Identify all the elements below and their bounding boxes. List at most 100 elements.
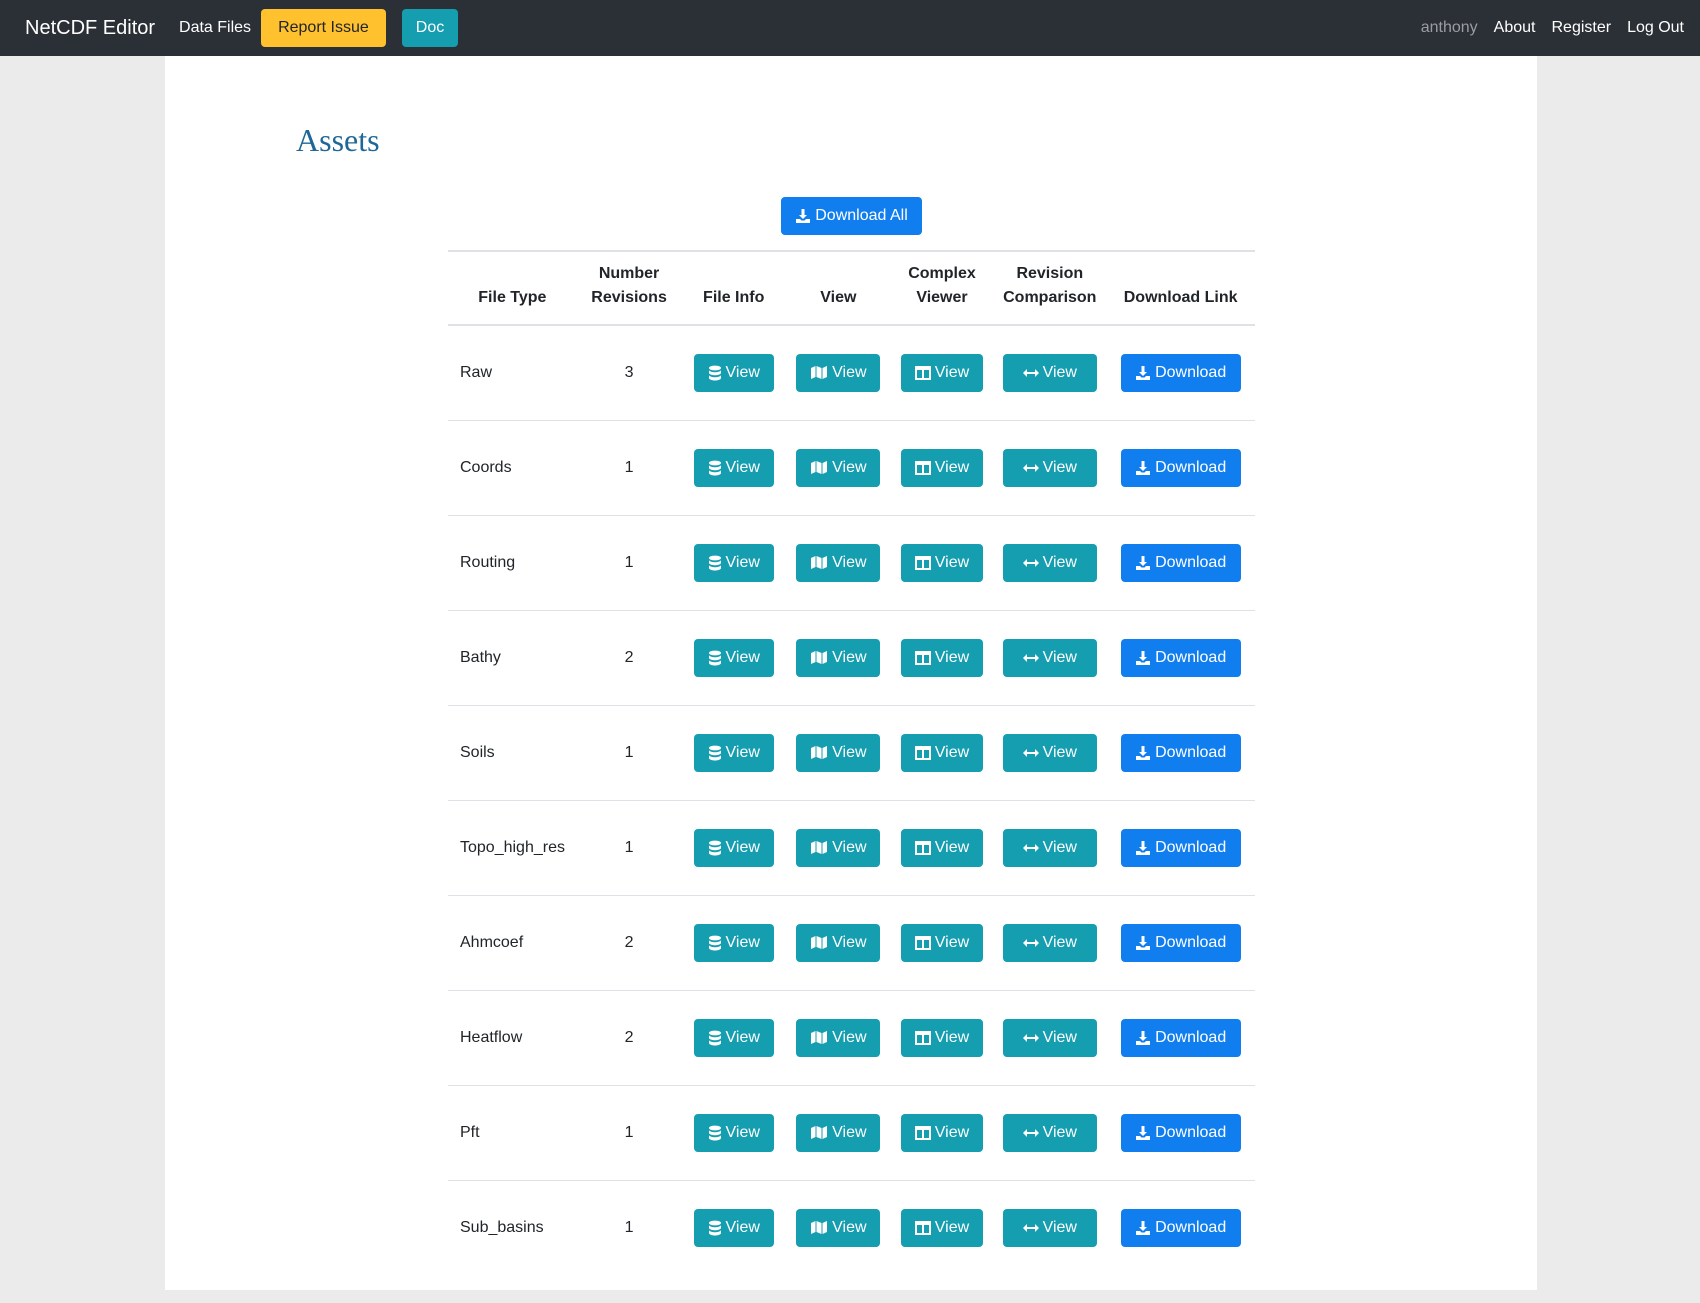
download-icon: [1135, 650, 1151, 666]
map-view-button[interactable]: View: [796, 448, 881, 487]
map-view-button[interactable]: View: [796, 1113, 881, 1152]
revisions-cell: 1: [577, 515, 682, 610]
download-button[interactable]: Download: [1120, 638, 1241, 677]
revision-comparison-button[interactable]: View: [1002, 448, 1097, 487]
revision-comparison-button[interactable]: View: [1002, 1018, 1097, 1057]
file-info-view-button[interactable]: View: [693, 448, 774, 487]
map-view-button[interactable]: View: [796, 828, 881, 867]
table-row: Routing 1 View View View View Download: [448, 515, 1255, 610]
complex-viewer-button[interactable]: View: [900, 1208, 983, 1247]
map-view-button[interactable]: View: [796, 1208, 881, 1247]
file-info-view-button[interactable]: View: [693, 1113, 774, 1152]
columns-icon: [914, 650, 931, 665]
file-info-view-button[interactable]: View: [693, 923, 774, 962]
download-button[interactable]: Download: [1120, 828, 1241, 867]
database-icon: [708, 650, 722, 666]
revision-comparison-button[interactable]: View: [1002, 543, 1097, 582]
revisions-count: 1: [624, 1218, 634, 1236]
nav-data-files[interactable]: Data Files: [179, 19, 251, 37]
doc-button[interactable]: Doc: [401, 9, 459, 47]
complex-viewer-button[interactable]: View: [900, 1113, 983, 1152]
download-button[interactable]: Download: [1120, 1208, 1241, 1247]
complex-viewer-button[interactable]: View: [900, 923, 983, 962]
download-button[interactable]: Download: [1120, 923, 1241, 962]
complex-viewer-button[interactable]: View: [900, 733, 983, 772]
nav-register[interactable]: Register: [1551, 19, 1611, 37]
arrows-h-icon: [1022, 653, 1039, 663]
revisions-cell: 1: [577, 1180, 682, 1275]
download-cell: Download: [1106, 990, 1255, 1085]
revision-cell: View: [993, 1085, 1106, 1180]
columns-icon: [914, 745, 931, 760]
table-row: Bathy 2 View View View View Download: [448, 610, 1255, 705]
file-info-view-button[interactable]: View: [693, 733, 774, 772]
view-label: View: [1042, 553, 1077, 571]
file-type-cell: Coords: [448, 420, 577, 515]
file-info-view-button[interactable]: View: [693, 828, 774, 867]
revisions-cell: 2: [577, 990, 682, 1085]
download-label: Download: [1155, 838, 1227, 856]
assets-table: File Type Number Revisions File Info View…: [448, 250, 1255, 1275]
download-button[interactable]: Download: [1120, 353, 1241, 392]
download-all-label: Download All: [815, 207, 908, 224]
map-view-button[interactable]: View: [796, 353, 881, 392]
map-view-button[interactable]: View: [796, 923, 881, 962]
download-icon: [1135, 1220, 1151, 1236]
map-view-button[interactable]: View: [796, 543, 881, 582]
report-issue-button[interactable]: Report Issue: [261, 9, 386, 47]
columns-icon: [914, 840, 931, 855]
complex-viewer-button[interactable]: View: [900, 1018, 983, 1057]
file-info-cell: View: [681, 990, 786, 1085]
download-button[interactable]: Download: [1120, 448, 1241, 487]
file-info-view-button[interactable]: View: [693, 1018, 774, 1057]
download-button[interactable]: Download: [1120, 733, 1241, 772]
nav-about[interactable]: About: [1494, 19, 1536, 37]
table-row: Raw 3 View View View View Download: [448, 325, 1255, 420]
complex-cell: View: [891, 420, 994, 515]
revision-comparison-button[interactable]: View: [1002, 923, 1097, 962]
view-label: View: [1042, 1123, 1077, 1141]
view-label: View: [725, 1028, 760, 1046]
file-info-view-button[interactable]: View: [693, 353, 774, 392]
table-row: Pft 1 View View View View Download: [448, 1085, 1255, 1180]
map-view-button[interactable]: View: [796, 1018, 881, 1057]
download-button[interactable]: Download: [1120, 1113, 1241, 1152]
revision-comparison-button[interactable]: View: [1002, 828, 1097, 867]
download-icon: [795, 208, 811, 224]
view-label: View: [832, 1218, 867, 1236]
complex-viewer-button[interactable]: View: [900, 638, 983, 677]
map-view-button[interactable]: View: [796, 733, 881, 772]
nav-logout[interactable]: Log Out: [1627, 19, 1684, 37]
file-info-view-button[interactable]: View: [693, 638, 774, 677]
revision-comparison-button[interactable]: View: [1002, 733, 1097, 772]
revision-comparison-button[interactable]: View: [1002, 1208, 1097, 1247]
complex-viewer-button[interactable]: View: [900, 828, 983, 867]
view-cell: View: [786, 990, 891, 1085]
view-cell: View: [786, 705, 891, 800]
download-cell: Download: [1106, 515, 1255, 610]
revision-comparison-button[interactable]: View: [1002, 638, 1097, 677]
download-button[interactable]: Download: [1120, 543, 1241, 582]
complex-cell: View: [891, 610, 994, 705]
revision-cell: View: [993, 610, 1106, 705]
revision-comparison-button[interactable]: View: [1002, 353, 1097, 392]
content-card: Assets Download All File Type Number Revi…: [165, 56, 1537, 1290]
map-icon: [810, 1030, 828, 1045]
file-type-label: Ahmcoef: [460, 933, 524, 951]
complex-viewer-button[interactable]: View: [900, 448, 983, 487]
complex-viewer-button[interactable]: View: [900, 543, 983, 582]
brand-link[interactable]: NetCDF Editor: [25, 17, 155, 40]
nav-right: anthony About Register Log Out: [1405, 19, 1684, 37]
revision-comparison-button[interactable]: View: [1002, 1113, 1097, 1152]
file-info-view-button[interactable]: View: [693, 1208, 774, 1247]
arrows-h-icon: [1022, 1033, 1039, 1043]
view-label: View: [934, 648, 970, 666]
download-label: Download: [1155, 1218, 1227, 1236]
file-info-view-button[interactable]: View: [693, 543, 774, 582]
map-view-button[interactable]: View: [796, 638, 881, 677]
file-type-cell: Heatflow: [448, 990, 577, 1085]
view-cell: View: [786, 1085, 891, 1180]
download-button[interactable]: Download: [1120, 1018, 1241, 1057]
download-all-button[interactable]: Download All: [781, 197, 922, 235]
complex-viewer-button[interactable]: View: [900, 353, 983, 392]
